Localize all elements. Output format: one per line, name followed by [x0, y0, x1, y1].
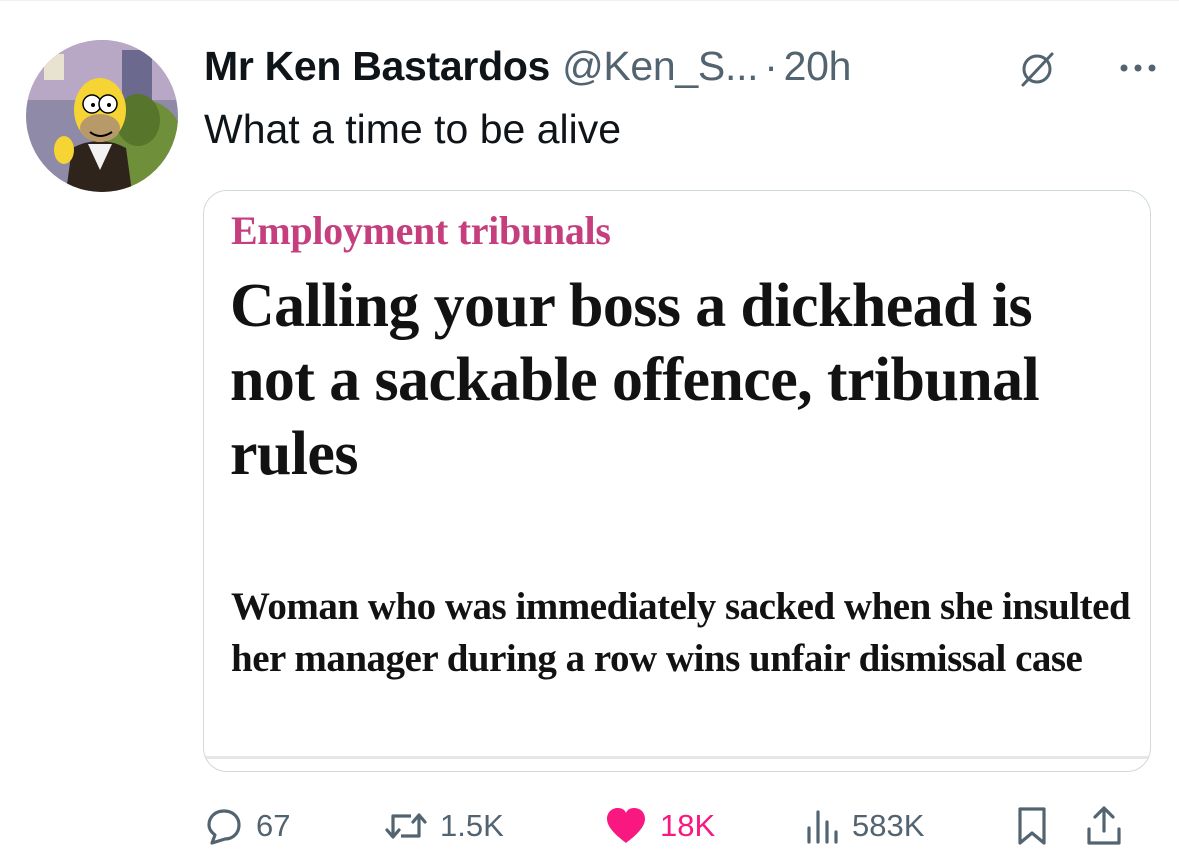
tweet-header: Mr Ken Bastardos @Ken_S... · 20h: [204, 38, 851, 94]
reply-button[interactable]: 67: [204, 803, 290, 849]
more-dots-icon[interactable]: [1116, 56, 1160, 80]
display-name[interactable]: Mr Ken Bastardos: [204, 43, 550, 90]
like-count: 18K: [660, 808, 716, 843]
share-button[interactable]: [1084, 803, 1136, 849]
share-icon: [1087, 806, 1121, 845]
views-count: 583K: [852, 808, 925, 843]
bookmark-icon: [1018, 807, 1046, 845]
grok-slash-icon[interactable]: [1018, 50, 1056, 88]
article-standfirst: Woman who was immediately sacked when sh…: [231, 585, 1131, 680]
repost-count: 1.5K: [440, 808, 504, 843]
separator-dot: ·: [764, 42, 778, 89]
top-divider: [0, 0, 1179, 1]
article-headline: Calling your boss a dickhead is not a sa…: [230, 272, 1040, 488]
bookmark-button[interactable]: [1014, 803, 1062, 849]
repost-icon: [385, 813, 427, 839]
action-bar: 67 1.5K 18K 583K: [204, 803, 1152, 849]
timestamp[interactable]: 20h: [784, 43, 852, 90]
tweet-text: What a time to be alive: [204, 106, 622, 152]
reply-bubble-icon: [207, 809, 241, 845]
repost-button[interactable]: 1.5K: [384, 803, 504, 849]
article-kicker: Employment tribunals: [231, 208, 611, 253]
user-handle[interactable]: @Ken_S...: [562, 43, 759, 90]
views-chart-icon: [807, 810, 838, 844]
avatar[interactable]: [26, 40, 178, 192]
like-button[interactable]: 18K: [604, 803, 715, 849]
article-image-card[interactable]: Employment tribunals Calling your boss a…: [203, 190, 1151, 772]
card-divider: [204, 756, 1150, 759]
reply-count: 67: [256, 808, 291, 843]
views-button[interactable]: 583K: [804, 803, 924, 849]
heart-icon: [607, 808, 645, 843]
